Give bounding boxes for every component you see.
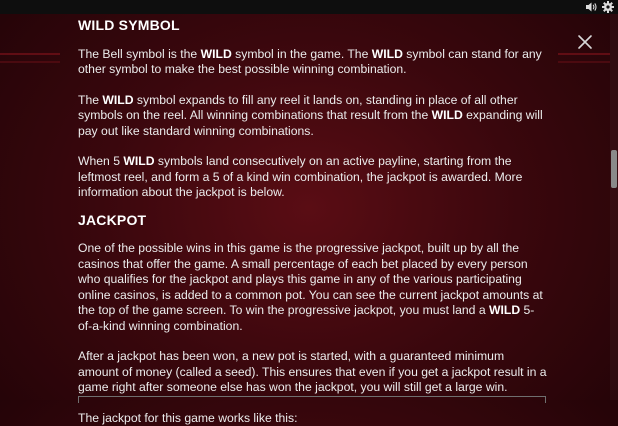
text-span: One of the possible wins in this game is…	[78, 241, 543, 317]
text-span: symbol in the game. The	[232, 47, 372, 61]
decor-stripe-left-1	[0, 53, 60, 55]
jackpot-paragraph-3: The jackpot for this game works like thi…	[78, 411, 548, 426]
decor-stripe-left-2	[0, 61, 60, 63]
bold-wild: WILD	[201, 47, 232, 61]
close-icon	[574, 31, 596, 53]
top-icons	[585, 0, 614, 14]
bold-wild: WILD	[489, 303, 520, 317]
bold-wild: WILD	[123, 154, 154, 168]
section-heading-wild-symbol: WILD SYMBOL	[78, 18, 548, 34]
speaker-icon[interactable]	[585, 1, 598, 13]
bold-wild: WILD	[372, 47, 403, 61]
close-button[interactable]	[574, 31, 596, 53]
jackpot-paragraph-2: After a jackpot has been won, a new pot …	[78, 349, 548, 396]
decor-stripe-right-2	[558, 61, 610, 63]
scrollbar[interactable]	[610, 14, 618, 400]
wild-paragraph-3: When 5 WILD symbols land consecutively o…	[78, 154, 548, 201]
gear-icon[interactable]	[602, 1, 614, 13]
text-span: The	[78, 93, 102, 107]
help-content: WILD SYMBOL The Bell symbol is the WILD …	[78, 18, 548, 426]
decor-stripe-right-1	[558, 53, 610, 55]
top-bar	[0, 0, 618, 14]
wild-paragraph-1: The Bell symbol is the WILD symbol in th…	[78, 47, 548, 78]
scrollbar-thumb[interactable]	[611, 150, 617, 188]
wild-paragraph-2: The WILD symbol expands to fill any reel…	[78, 93, 548, 140]
bold-wild: WILD	[432, 108, 463, 122]
text-span: The Bell symbol is the	[78, 47, 201, 61]
text-span: When 5	[78, 154, 123, 168]
bold-wild: WILD	[102, 93, 133, 107]
jackpot-paragraph-1: One of the possible wins in this game is…	[78, 241, 548, 334]
section-heading-jackpot: JACKPOT	[78, 213, 548, 229]
